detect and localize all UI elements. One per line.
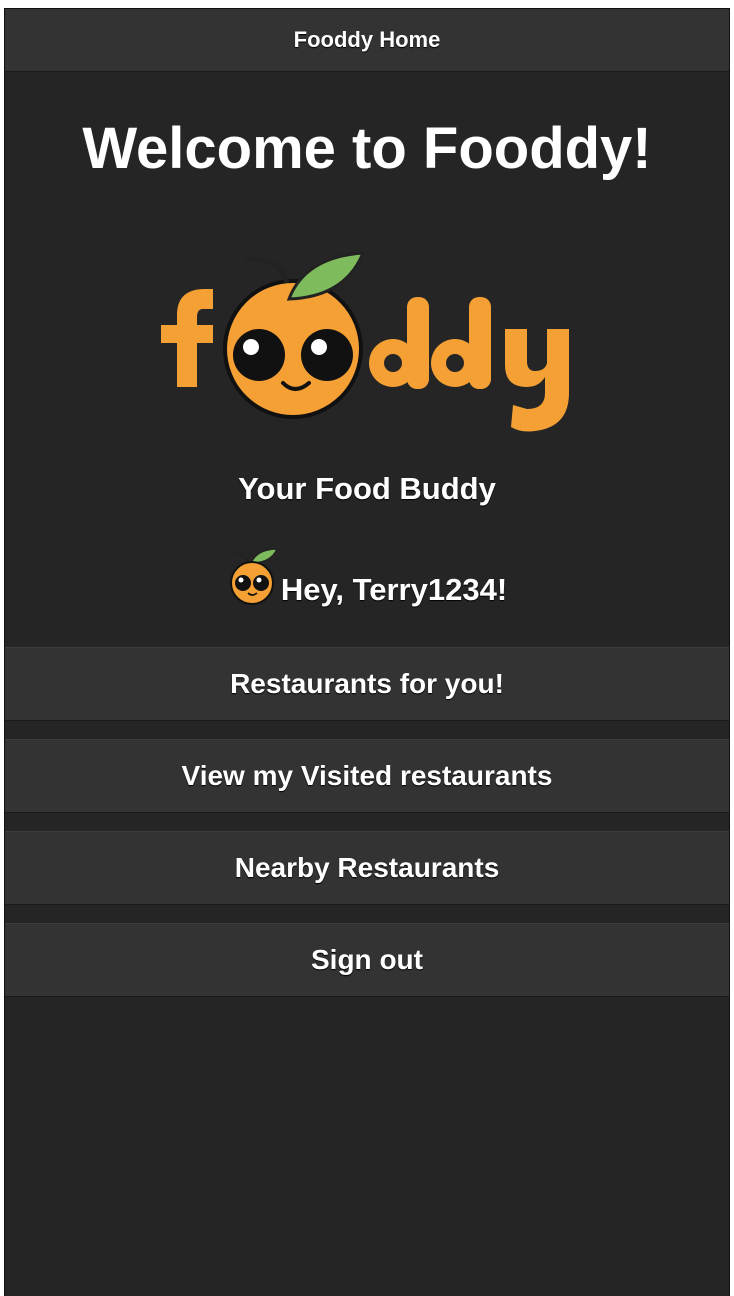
greeting-text: Hey, Terry1234! [280, 572, 508, 607]
greeting-row: Hey, Terry1234! [5, 545, 729, 610]
button-label: Sign out [311, 944, 423, 975]
app-frame: Fooddy Home Welcome to Fooddy! Your Food… [4, 8, 730, 1296]
button-label: View my Visited restaurants [181, 760, 553, 791]
nearby-restaurants-button[interactable]: Nearby Restaurants [5, 831, 729, 905]
page-title: Fooddy Home [293, 27, 441, 52]
button-label: Nearby Restaurants [234, 852, 500, 883]
sign-out-button[interactable]: Sign out [5, 923, 729, 997]
tagline: Your Food Buddy [238, 471, 496, 506]
welcome-heading: Welcome to Fooddy! [82, 116, 652, 181]
header-bar: Fooddy Home [5, 9, 729, 72]
mascot-icon [227, 545, 281, 610]
restaurants-for-you-button[interactable]: Restaurants for you! [5, 647, 729, 721]
button-label: Restaurants for you! [230, 668, 504, 699]
visited-restaurants-button[interactable]: View my Visited restaurants [5, 739, 729, 813]
fooddy-logo [155, 237, 585, 437]
